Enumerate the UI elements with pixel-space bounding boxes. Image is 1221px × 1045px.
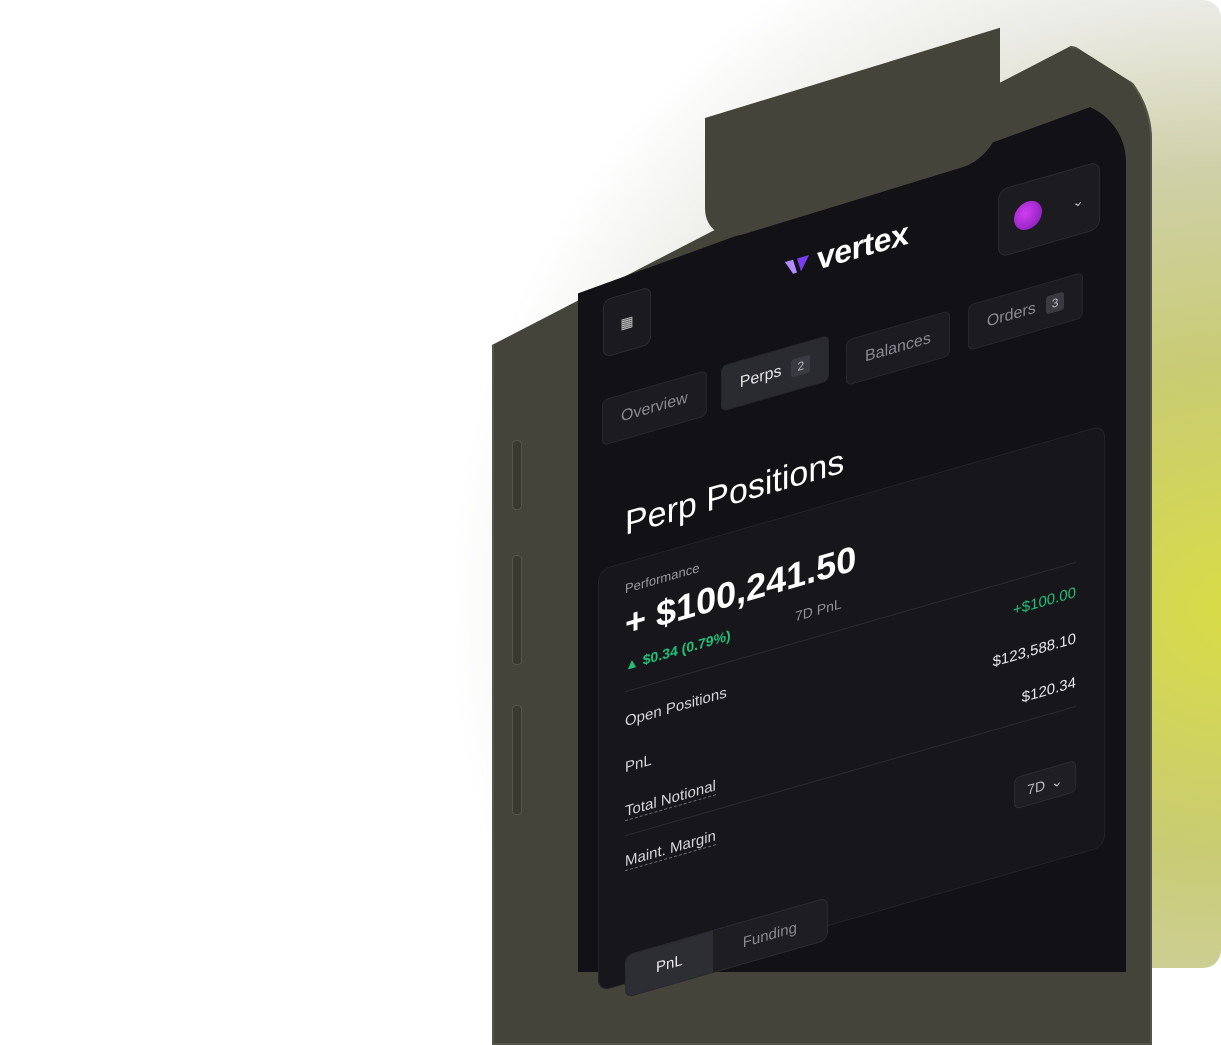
- open-positions-value: +$100.00: [1013, 583, 1076, 619]
- total-notional-value: $120.34: [1021, 673, 1076, 707]
- pnl-label: PnL: [625, 751, 652, 777]
- time-range-select[interactable]: 7D ⌄: [1014, 759, 1076, 810]
- performance-period: 7D PnL: [795, 595, 842, 625]
- tab-count-badge: 3: [1045, 291, 1065, 315]
- avatar: [1014, 197, 1043, 234]
- tab-label: Balances: [865, 329, 931, 366]
- tab-label: Perps: [739, 362, 782, 392]
- tab-label: Orders: [986, 299, 1036, 331]
- vertex-logo-icon: [785, 254, 809, 274]
- total-notional-label: Total Notional: [625, 777, 716, 822]
- side-button-top: [512, 440, 522, 510]
- chevron-down-icon: ⌄: [1051, 771, 1063, 791]
- side-button-volume-up: [512, 555, 522, 665]
- pnl-value: $123,588.10: [992, 629, 1076, 671]
- divider: [625, 561, 1076, 693]
- maint-margin-label: Maint. Margin: [625, 827, 716, 872]
- grid-icon: ▦: [620, 311, 634, 332]
- time-range-value: 7D: [1027, 776, 1046, 798]
- performance-value: + $100,241.50: [625, 536, 857, 645]
- tab-count-badge: 2: [791, 354, 811, 378]
- tab-label: Overview: [621, 389, 688, 426]
- chevron-down-icon: ⌄: [1072, 190, 1084, 211]
- open-positions-label: Open Positions: [625, 684, 727, 731]
- divider: [625, 705, 1076, 837]
- side-button-volume-down: [512, 705, 522, 815]
